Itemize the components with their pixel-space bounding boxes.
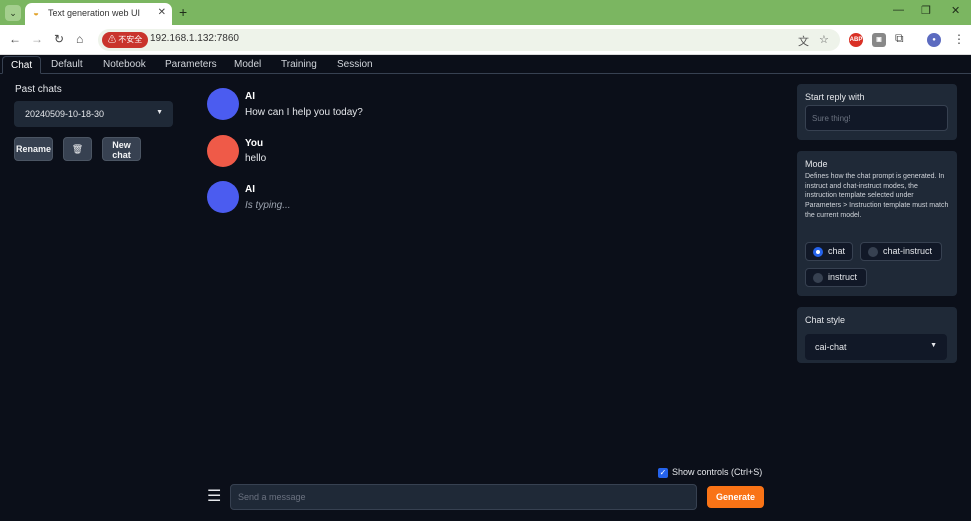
address-bar[interactable]: ⚠ 不安全 192.168.1.132:7860 文 ☆	[98, 29, 840, 51]
browser-tab-strip: ⌄ ◒ Text generation web UI ✕ + — ❐ ✕	[0, 0, 971, 25]
ai-avatar	[207, 181, 239, 213]
tab-search-button[interactable]: ⌄	[5, 5, 21, 21]
new-tab-button[interactable]: +	[179, 4, 187, 20]
message-author: AI	[245, 91, 255, 102]
mode-option-label: chat	[828, 246, 846, 256]
typing-indicator: Is typing...	[245, 200, 291, 211]
tab-default[interactable]: Default	[51, 56, 83, 74]
extensions-puzzle-icon[interactable]: ⧉	[895, 31, 904, 45]
tab-notebook[interactable]: Notebook	[103, 56, 146, 74]
tab-chat[interactable]: Chat	[2, 56, 42, 74]
close-window-icon[interactable]: ✕	[951, 4, 960, 17]
generate-button[interactable]: Generate	[707, 486, 764, 508]
tab-session[interactable]: Session	[337, 56, 373, 74]
browser-menu-icon[interactable]: ⋮	[953, 32, 965, 46]
forward-icon[interactable]: →	[31, 32, 43, 46]
mode-option-chat-instruct[interactable]: chat-instruct	[860, 242, 942, 261]
start-reply-title: Start reply with	[805, 92, 865, 102]
tab-model[interactable]: Model	[234, 56, 261, 74]
chat-style-panel: Chat style cai-chat ▼	[797, 307, 957, 363]
browser-tab[interactable]: ◒ Text generation web UI ✕	[25, 3, 172, 25]
restore-icon[interactable]: ❐	[921, 4, 931, 17]
back-icon[interactable]: ←	[9, 32, 21, 46]
mode-option-instruct[interactable]: instruct	[805, 268, 867, 287]
close-tab-icon[interactable]: ✕	[158, 7, 166, 18]
show-controls-label: Show controls (Ctrl+S)	[672, 467, 763, 477]
chevron-down-icon: ▼	[930, 342, 937, 349]
chat-style-value: cai-chat	[815, 342, 847, 352]
bookmark-star-icon[interactable]: ☆	[819, 33, 829, 46]
minimize-icon[interactable]: —	[893, 4, 904, 16]
mode-title: Mode	[805, 159, 828, 169]
ai-avatar	[207, 88, 239, 120]
trash-icon: 🗑	[71, 144, 84, 154]
mode-panel: Mode Defines how the chat prompt is gene…	[797, 151, 957, 296]
radio-unselected-icon	[868, 247, 878, 257]
translate-icon[interactable]: 文	[798, 33, 809, 49]
message-text: hello	[245, 153, 267, 164]
chat-style-dropdown[interactable]: cai-chat ▼	[805, 334, 947, 360]
start-reply-panel: Start reply with	[797, 84, 957, 140]
message-text: How can I help you today?	[245, 107, 363, 118]
browser-tab-title: Text generation web UI	[48, 8, 141, 18]
tab-parameters[interactable]: Parameters	[165, 56, 217, 74]
new-chat-button[interactable]: New chat	[102, 137, 141, 161]
radio-unselected-icon	[813, 273, 823, 283]
start-reply-input[interactable]	[805, 105, 948, 131]
user-avatar	[207, 135, 239, 167]
favicon-icon: ◒	[33, 8, 40, 19]
message-author: You	[245, 138, 264, 149]
security-badge[interactable]: ⚠ 不安全	[102, 32, 149, 48]
profile-avatar[interactable]: ●	[927, 33, 941, 47]
show-controls-toggle[interactable]: ✓ Show controls (Ctrl+S)	[658, 467, 762, 478]
rename-button[interactable]: Rename	[14, 137, 53, 161]
chat-style-title: Chat style	[805, 315, 846, 325]
selected-chat-value: 20240509-10-18-30	[25, 109, 105, 119]
extension-icon[interactable]: ▣	[872, 33, 886, 47]
past-chats-dropdown[interactable]: 20240509-10-18-30 ▼	[14, 101, 173, 127]
mode-description: Defines how the chat prompt is generated…	[805, 173, 949, 219]
adblock-extension-icon[interactable]: ABP	[849, 33, 863, 47]
hamburger-menu-icon[interactable]: ☰	[207, 488, 221, 506]
message-author: AI	[245, 184, 255, 195]
mode-option-label: instruct	[828, 272, 858, 282]
show-controls-checkbox[interactable]: ✓	[658, 467, 668, 478]
message-input[interactable]	[230, 484, 697, 510]
reload-icon[interactable]: ↻	[54, 32, 64, 46]
chevron-down-icon: ▼	[156, 109, 163, 116]
mode-option-chat[interactable]: chat	[805, 242, 853, 261]
browser-toolbar: ← → ↻ ⌂ ⚠ 不安全 192.168.1.132:7860 文 ☆ ABP…	[0, 25, 971, 55]
app-tab-bar: Chat Default Notebook Parameters Model T…	[0, 56, 971, 74]
delete-chat-button[interactable]: 🗑	[63, 137, 92, 161]
url-text[interactable]: 192.168.1.132:7860	[150, 33, 239, 44]
home-icon[interactable]: ⌂	[76, 32, 83, 46]
mode-option-label: chat-instruct	[883, 246, 933, 256]
past-chats-label: Past chats	[15, 84, 62, 95]
tab-training[interactable]: Training	[281, 56, 317, 74]
radio-selected-icon	[813, 247, 823, 257]
